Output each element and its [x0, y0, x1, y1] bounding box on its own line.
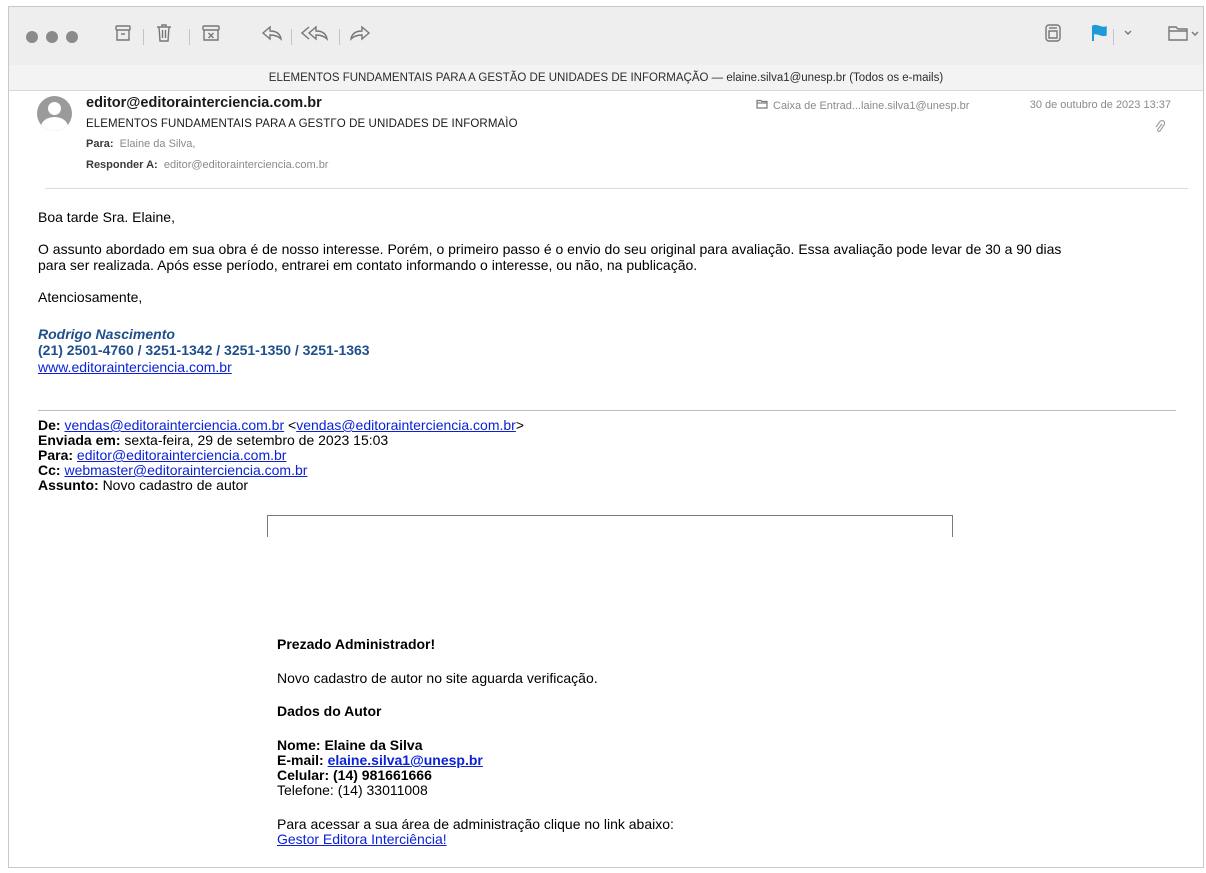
author-data-heading: Dados do Autor — [277, 703, 382, 719]
signature-website-link[interactable]: www.editorainterciencia.com.br — [38, 359, 232, 375]
author-phone: Telefone: (14) 33011008 — [277, 782, 428, 798]
reply-all-icon[interactable] — [301, 23, 329, 43]
message-date: 30 de outubro de 2023 13:37 — [1029, 99, 1171, 111]
reply-to-label: Responder A: — [86, 159, 158, 171]
avatar — [37, 96, 72, 131]
sender-address[interactable]: editor@editorainterciencia.com.br — [86, 95, 322, 111]
mailbox-label: Caixa de Entrad...laine.silva1@unesp.br — [773, 99, 970, 112]
to-line: Para: Elaine da Silva, — [86, 138, 195, 150]
author-email-line: E-mail: elaine.silva1@unesp.br — [277, 753, 483, 768]
forward-icon[interactable] — [349, 23, 371, 43]
toolbar-separator — [143, 29, 144, 45]
to-value[interactable]: Elaine da Silva, — [120, 138, 196, 150]
folder-icon — [756, 99, 768, 112]
admin-link[interactable]: Gestor Editora Interciência! — [277, 832, 447, 847]
mail-window: ELEMENTOS FUNDAMENTAIS PARA A GESTÃO DE … — [8, 6, 1204, 868]
greeting: Boa tarde Sra. Elaine, — [38, 209, 175, 225]
forward-subject-label: Assunto: — [38, 477, 99, 493]
forward-to-label: Para: — [38, 447, 74, 463]
forward-cc-line: Cc: webmaster@editorainterciencia.com.br — [38, 462, 307, 478]
trash-icon[interactable] — [155, 23, 173, 43]
forward-sent-label: Enviada em: — [38, 432, 121, 448]
message-header: editor@editorainterciencia.com.br ELEMEN… — [9, 92, 1203, 190]
forward-from-link[interactable]: vendas@editorainterciencia.com.br — [64, 417, 284, 433]
toolbar-separator — [291, 29, 292, 45]
body-line-1: O assunto abordado em sua obra é de noss… — [38, 241, 1062, 257]
move-to-folder-icon[interactable] — [1167, 23, 1201, 43]
window-title: ELEMENTOS FUNDAMENTAIS PARA A GESTÃO DE … — [9, 65, 1203, 91]
forward-subject-value: Novo cadastro de autor — [102, 477, 249, 493]
message-subject: ELEMENTOS FUNDAMENTAIS PARA A GESTΓO DE … — [86, 118, 518, 130]
closing: Atenciosamente, — [38, 289, 143, 305]
close-window-button[interactable] — [26, 31, 38, 43]
archive-icon[interactable] — [114, 23, 132, 43]
author-email-label: E-mail: — [277, 752, 324, 768]
flag-icon[interactable] — [1089, 23, 1109, 43]
attachment-icon[interactable] — [1155, 120, 1166, 139]
forward-subject-line: Assunto: Novo cadastro de autor — [38, 477, 248, 493]
inner-heading: Prezado Administrador! — [277, 636, 436, 652]
body-line-2: para ser realizada. Após esse período, e… — [38, 257, 698, 273]
signature-phones: (21) 2501-4760 / 3251-1342 / 3251-1350 /… — [38, 342, 370, 358]
admin-access-text: Para acessar a sua área de administração… — [277, 816, 674, 832]
author-cell: Celular: (14) 981661666 — [277, 767, 432, 783]
inner-line: Novo cadastro de autor no site aguarda v… — [277, 670, 598, 686]
avatar-body — [41, 117, 68, 131]
forward-from-link-angle[interactable]: vendas@editorainterciencia.com.br — [296, 417, 516, 433]
toolbar-separator — [1113, 29, 1114, 45]
reply-to-value[interactable]: editor@editorainterciencia.com.br — [164, 159, 329, 171]
forward-to-link[interactable]: editor@editorainterciencia.com.br — [77, 447, 287, 463]
author-email-link[interactable]: elaine.silva1@unesp.br — [328, 752, 483, 768]
embedded-image-frame — [267, 515, 953, 537]
mailbox-location[interactable]: Caixa de Entrad...laine.silva1@unesp.br — [756, 99, 969, 112]
forward-sent-line: Enviada em: sexta-feira, 29 de setembro … — [38, 432, 388, 448]
forward-from-line: De: vendas@editorainterciencia.com.br <v… — [38, 417, 525, 433]
junk-icon[interactable] — [201, 23, 221, 43]
minimize-window-button[interactable] — [46, 31, 58, 43]
to-label: Para: — [86, 138, 114, 150]
chevron-down-icon[interactable] — [1122, 23, 1134, 43]
reply-icon[interactable] — [261, 23, 283, 43]
forward-to-line: Para: editor@editorainterciencia.com.br — [38, 447, 286, 463]
signature-name: Rodrigo Nascimento — [38, 326, 175, 342]
toolbar-separator — [189, 29, 190, 45]
header-divider — [45, 188, 1188, 189]
print-icon[interactable] — [1043, 23, 1063, 43]
forward-divider — [38, 410, 1176, 411]
reply-to-line: Responder A: editor@editorainterciencia.… — [86, 159, 328, 171]
forward-from-label: De: — [38, 417, 61, 433]
author-name: Nome: Elaine da Silva — [277, 737, 423, 753]
forward-sent-value: sexta-feira, 29 de setembro de 2023 15:0… — [124, 432, 389, 448]
zoom-window-button[interactable] — [66, 31, 78, 43]
avatar-head — [48, 102, 61, 115]
forward-cc-label: Cc: — [38, 462, 61, 478]
forward-cc-link[interactable]: webmaster@editorainterciencia.com.br — [64, 462, 307, 478]
toolbar-separator — [339, 29, 340, 45]
toolbar — [9, 7, 1203, 65]
